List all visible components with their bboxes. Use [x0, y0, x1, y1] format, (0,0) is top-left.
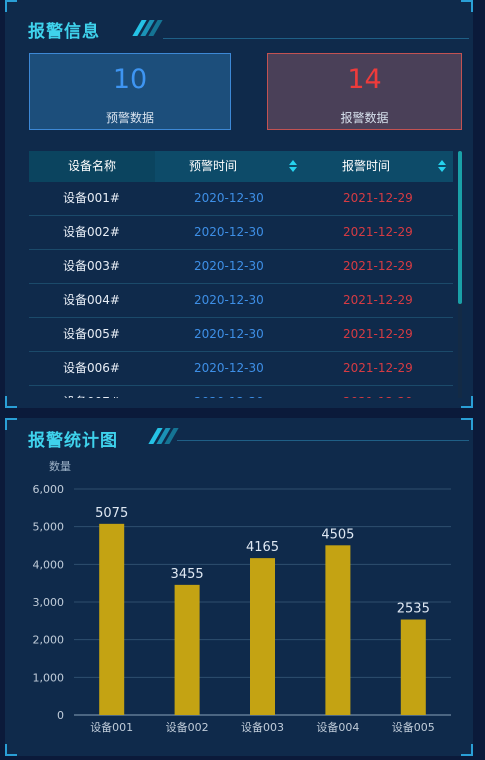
sort-icon[interactable] [438, 160, 446, 173]
table-row[interactable]: 设备005# 2020-12-30 2021-12-29 [29, 318, 453, 352]
column-header-warning-time[interactable]: 预警时间 [189, 151, 237, 182]
alarm-info-title: 报警信息 [28, 22, 100, 42]
bar [174, 584, 200, 715]
device-name-cell: 设备004# [63, 293, 120, 307]
bar [325, 545, 351, 715]
table-row[interactable]: 设备007# 2020-12-30 2021-12-29 [29, 386, 453, 398]
column-header-alarm-time[interactable]: 报警时间 [342, 151, 390, 182]
table-row[interactable]: 设备003# 2020-12-30 2021-12-29 [29, 250, 453, 284]
title-underline [163, 38, 469, 39]
device-name-cell: 设备005# [63, 327, 120, 341]
device-name-cell: 设备007# [63, 386, 120, 398]
x-tick-label: 设备002 [166, 720, 209, 734]
x-tick-label: 设备001 [90, 720, 133, 734]
device-name-cell: 设备002# [63, 225, 120, 239]
table-row[interactable]: 设备004# 2020-12-30 2021-12-29 [29, 284, 453, 318]
table-scrollbar[interactable] [458, 151, 462, 398]
warning-time-cell: 2020-12-30 [194, 191, 264, 205]
y-tick-label: 5,000 [33, 521, 65, 534]
warning-time-cell: 2020-12-30 [194, 361, 264, 375]
corner-decoration [461, 0, 473, 12]
y-tick-label: 0 [57, 709, 64, 722]
alarm-chart-panel: 报警统计图 数量 0 1,000 2,000 3,000 4,000 5,000 6,000 5… [5, 418, 473, 756]
bar [99, 523, 125, 715]
y-tick-label: 3,000 [33, 596, 65, 609]
alarm-count-card[interactable]: 14 报警数据 [267, 53, 462, 130]
warning-count-card[interactable]: 10 预警数据 [29, 53, 231, 130]
alarm-time-cell: 2021-12-29 [343, 225, 413, 239]
column-header-device[interactable]: 设备名称 [29, 151, 155, 182]
warning-time-cell: 2020-12-30 [194, 327, 264, 341]
alarm-table: 设备名称 预警时间 报警时间 设备001# 2020-12-30 2021-12-2… [29, 151, 453, 398]
alarm-time-cell: 2021-12-29 [343, 361, 413, 375]
sort-icon[interactable] [289, 160, 297, 173]
bar-value-label: 3455 [171, 567, 204, 582]
y-tick-label: 4,000 [33, 558, 65, 571]
bar-value-label: 2535 [397, 602, 430, 617]
table-row[interactable]: 设备006# 2020-12-30 2021-12-29 [29, 352, 453, 386]
y-axis-label: 数量 [49, 460, 71, 473]
bar [250, 558, 275, 715]
alarm-count-label: 报警数据 [340, 111, 389, 125]
alarm-time-cell: 2021-12-29 [343, 259, 413, 273]
alarm-time-cell: 2021-12-29 [343, 386, 413, 398]
x-tick-label: 设备005 [392, 720, 435, 734]
corner-decoration [461, 396, 473, 408]
warning-count-label: 预警数据 [105, 111, 154, 125]
alarm-time-cell: 2021-12-29 [343, 293, 413, 307]
device-name-cell: 设备006# [63, 361, 120, 375]
device-name-cell: 设备001# [63, 191, 120, 205]
bar-value-label: 5075 [95, 506, 128, 521]
warning-time-cell: 2020-12-30 [194, 225, 264, 239]
y-tick-label: 2,000 [33, 634, 65, 647]
table-row[interactable]: 设备002# 2020-12-30 2021-12-29 [29, 216, 453, 250]
scrollbar-thumb[interactable] [458, 151, 462, 304]
y-tick-label: 1,000 [33, 671, 65, 684]
bar-value-label: 4165 [246, 540, 279, 555]
x-tick-label: 设备004 [316, 720, 359, 734]
corner-decoration [5, 396, 17, 408]
bar-value-label: 4505 [321, 527, 354, 542]
warning-time-cell: 2020-12-30 [194, 293, 264, 307]
table-header: 设备名称 预警时间 报警时间 [29, 151, 453, 182]
y-tick-label: 6,000 [33, 483, 65, 496]
device-name-cell: 设备003# [63, 259, 120, 273]
warning-count-value: 10 [112, 64, 148, 95]
table-body: 设备001# 2020-12-30 2021-12-29 设备002# 2020-12-… [29, 182, 453, 398]
table-row[interactable]: 设备001# 2020-12-30 2021-12-29 [29, 182, 453, 216]
warning-time-cell: 2020-12-30 [194, 386, 264, 398]
x-tick-label: 设备003 [241, 720, 284, 734]
bar-chart: 数量 0 1,000 2,000 3,000 4,000 5,000 6,000 5075 设备0… [33, 460, 451, 734]
alarm-time-cell: 2021-12-29 [343, 191, 413, 205]
bar [400, 619, 426, 715]
alarm-time-cell: 2021-12-29 [343, 327, 413, 341]
corner-decoration [5, 0, 17, 12]
alarm-count-value: 14 [347, 64, 382, 95]
warning-time-cell: 2020-12-30 [194, 259, 264, 273]
alarm-info-panel: 报警信息 10 预警数据 14 报警数据 设备名称 预警时间 报警时间 设备00… [5, 0, 473, 408]
title-slash-decoration [132, 20, 163, 40]
